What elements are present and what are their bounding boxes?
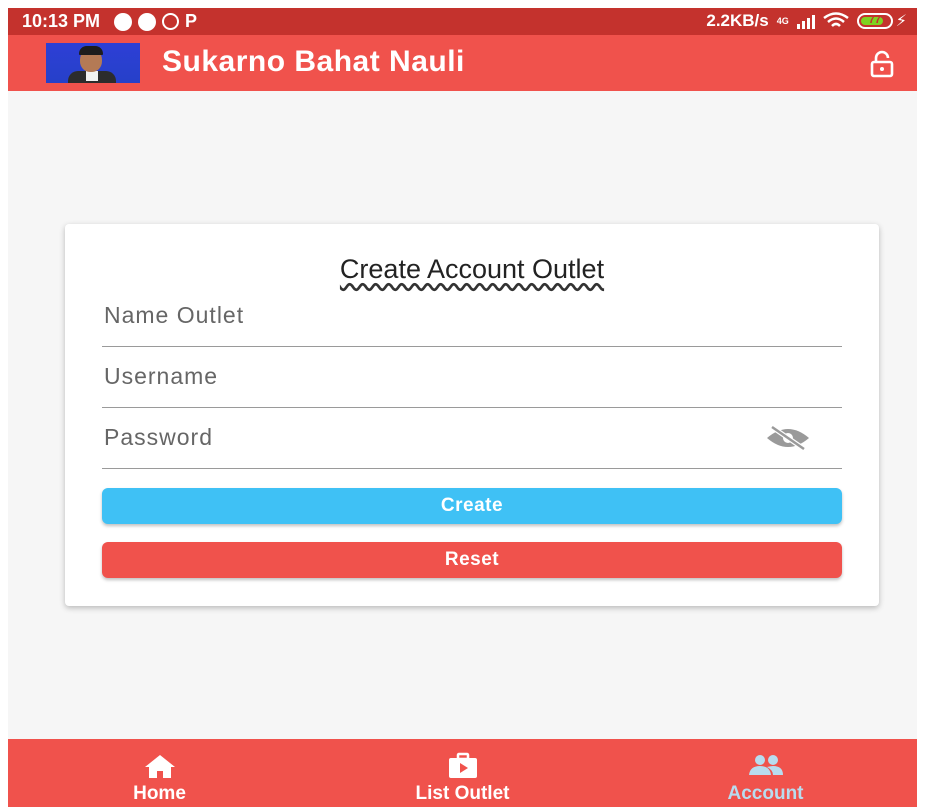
- username-field: [102, 347, 842, 408]
- create-button[interactable]: Create: [102, 488, 842, 524]
- nav-list-outlet-label: List Outlet: [415, 783, 510, 804]
- charging-icon: ⚡: [895, 13, 907, 30]
- app-notification-icon: [114, 12, 133, 31]
- account-icon: [748, 755, 783, 775]
- avatar[interactable]: [46, 43, 140, 83]
- app-screen: 10:13 PM P 2.2KB/s 4G 77 ⚡ Sukarno Bahat…: [8, 8, 917, 807]
- outlet-icon: [448, 752, 477, 778]
- bottom-nav: Home List Outlet Account: [8, 739, 917, 807]
- network-speed: 2.2KB/s: [706, 11, 769, 30]
- nav-home[interactable]: Home: [8, 739, 311, 807]
- battery-icon: 77 ⚡: [856, 11, 907, 31]
- username-input[interactable]: [102, 355, 746, 397]
- network-type: 4G: [776, 16, 789, 26]
- messenger-icon: [138, 12, 157, 31]
- app-bar: Sukarno Bahat Nauli: [8, 35, 917, 91]
- user-name-title: Sukarno Bahat Nauli: [162, 45, 465, 78]
- home-icon: [144, 755, 175, 778]
- battery-level: 77: [868, 14, 881, 26]
- nav-account[interactable]: Account: [614, 739, 917, 807]
- p-notification-icon: P: [185, 11, 198, 31]
- nav-home-label: Home: [133, 783, 186, 804]
- unlock-icon[interactable]: [867, 49, 897, 79]
- password-field: [102, 408, 842, 469]
- whatsapp-icon: [162, 13, 180, 30]
- reset-button[interactable]: Reset: [102, 542, 842, 578]
- wifi-icon: [823, 12, 849, 27]
- signal-icon: [796, 13, 815, 29]
- form-title: Create Account Outlet: [339, 254, 605, 284]
- create-account-card: Create Account Outlet Create Reset: [65, 224, 879, 606]
- status-bar: 10:13 PM P 2.2KB/s 4G 77 ⚡: [8, 8, 917, 35]
- nav-account-label: Account: [727, 783, 804, 804]
- nav-list-outlet[interactable]: List Outlet: [311, 739, 614, 807]
- password-input[interactable]: [102, 416, 746, 458]
- toggle-password-visibility-icon[interactable]: [764, 424, 812, 452]
- name-outlet-field: [102, 286, 842, 347]
- status-time: 10:13 PM: [22, 11, 101, 31]
- name-outlet-input[interactable]: [102, 294, 746, 336]
